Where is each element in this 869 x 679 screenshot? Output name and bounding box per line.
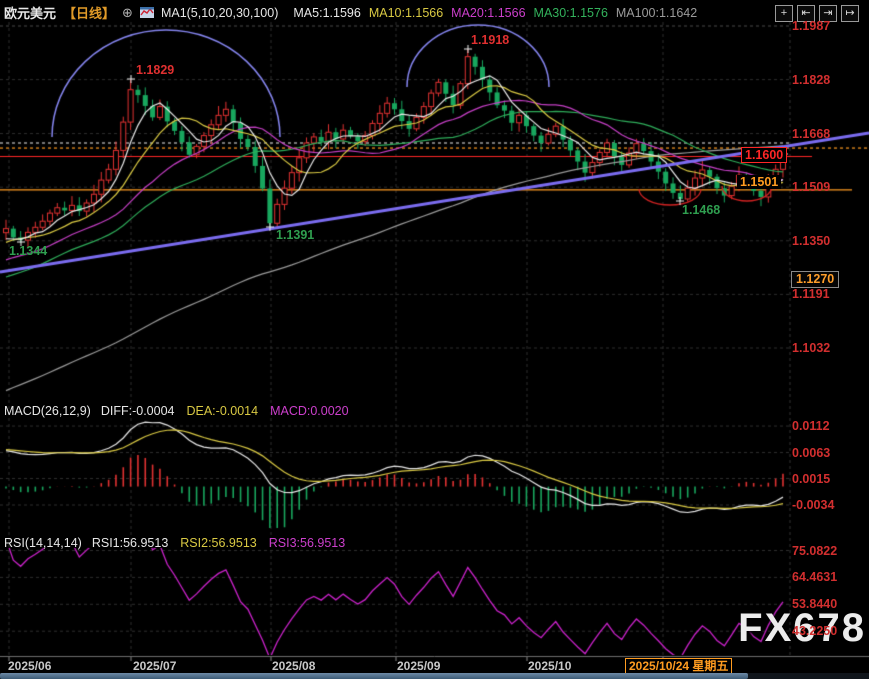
- rsi-title: RSI(14,14,14): [4, 536, 82, 550]
- macd-values: DIFF:-0.0004 DEA:-0.0014 MACD:0.0020: [101, 404, 349, 418]
- price-alert-marker: 1.1270: [791, 271, 839, 288]
- x-axis-label: 2025/09: [397, 659, 440, 673]
- ma-legend-ma5: MA5:1.1596: [293, 6, 360, 20]
- y-axis-label: 1.1668: [792, 127, 830, 141]
- rsi-header: RSI(14,14,14) RSI1:56.9513RSI2:56.9513RS…: [4, 536, 345, 550]
- x-axis-label: 2025/08: [272, 659, 315, 673]
- macd-axis-label: -0.0034: [792, 498, 834, 512]
- level-line-label: 1.1501: [737, 175, 781, 189]
- timeframe-label: 【日线】: [63, 3, 115, 22]
- macd-axis-label: 0.0112: [792, 419, 830, 433]
- rsi-value-1: RSI2:56.9513: [180, 536, 256, 550]
- macd-value-2: MACD:0.0020: [270, 404, 349, 418]
- macd-axis-label: 0.0015: [792, 472, 830, 486]
- scrollbar-thumb[interactable]: [0, 673, 748, 679]
- y-axis-label: 1.1350: [792, 234, 830, 248]
- y-axis-label: 1.1987: [792, 19, 830, 33]
- y-axis-label: 1.1828: [792, 73, 830, 87]
- macd-header: MACD(26,12,9) DIFF:-0.0004 DEA:-0.0014 MAC…: [4, 404, 349, 418]
- macd-axis-label: 0.0063: [792, 446, 830, 460]
- y-axis-label: 1.1032: [792, 341, 830, 355]
- symbol-name: 欧元美元: [4, 3, 56, 22]
- macd-value-0: DIFF:-0.0004: [101, 404, 175, 418]
- chart-canvas[interactable]: [0, 0, 869, 679]
- level-line-label: 1.1600: [741, 147, 787, 163]
- ma-settings-label: MA1(5,10,20,30,100): [161, 6, 278, 20]
- rsi-axis-label: 53.8440: [792, 597, 837, 611]
- x-axis-label: 2025/06: [8, 659, 51, 673]
- current-date-label: 2025/10/24 星期五: [625, 658, 732, 674]
- rsi-value-2: RSI3:56.9513: [269, 536, 345, 550]
- price-annotation: 1.1918: [471, 33, 509, 47]
- price-annotation: 1.1829: [136, 63, 174, 77]
- shift-right-icon[interactable]: ↦: [841, 5, 859, 22]
- pan-tool-icon[interactable]: +: [775, 5, 793, 22]
- price-annotation: 1.1468: [682, 203, 720, 217]
- expand-icon[interactable]: ⊕: [122, 5, 133, 21]
- price-annotation: 1.1344: [9, 244, 47, 258]
- rsi-value-0: RSI1:56.9513: [92, 536, 168, 550]
- macd-value-1: DEA:-0.0014: [186, 404, 258, 418]
- y-axis-label: 1.1191: [792, 287, 830, 301]
- ma-legend-ma10: MA10:1.1566: [369, 6, 443, 20]
- rsi-axis-label: 75.0822: [792, 544, 837, 558]
- indicator-chart-icon: [140, 7, 154, 18]
- y-axis-label: 1.1509: [792, 180, 830, 194]
- ma-legend-ma100: MA100:1.1642: [616, 6, 697, 20]
- chart-window: 欧元美元 【日线】 ⊕ MA1(5,10,20,30,100) MA5:1.15…: [0, 0, 869, 679]
- rsi-axis-label: 43.2250: [792, 624, 837, 638]
- x-axis-label: 2025/07: [133, 659, 176, 673]
- ma-legend-ma30: MA30:1.1576: [534, 6, 608, 20]
- ma-legend: MA5:1.1596 MA10:1.1566 MA20:1.1566 MA30:1.1…: [285, 6, 697, 20]
- x-axis-label: 2025/10: [528, 659, 571, 673]
- price-annotation: 1.1391: [276, 228, 314, 242]
- rsi-values: RSI1:56.9513 RSI2:56.9513 RSI3:56.9513: [92, 536, 345, 550]
- macd-title: MACD(26,12,9): [4, 404, 91, 418]
- ma-legend-ma20: MA20:1.1566: [451, 6, 525, 20]
- rsi-axis-label: 64.4631: [792, 570, 837, 584]
- chart-header: 欧元美元 【日线】 ⊕ MA1(5,10,20,30,100) MA5:1.15…: [4, 3, 697, 22]
